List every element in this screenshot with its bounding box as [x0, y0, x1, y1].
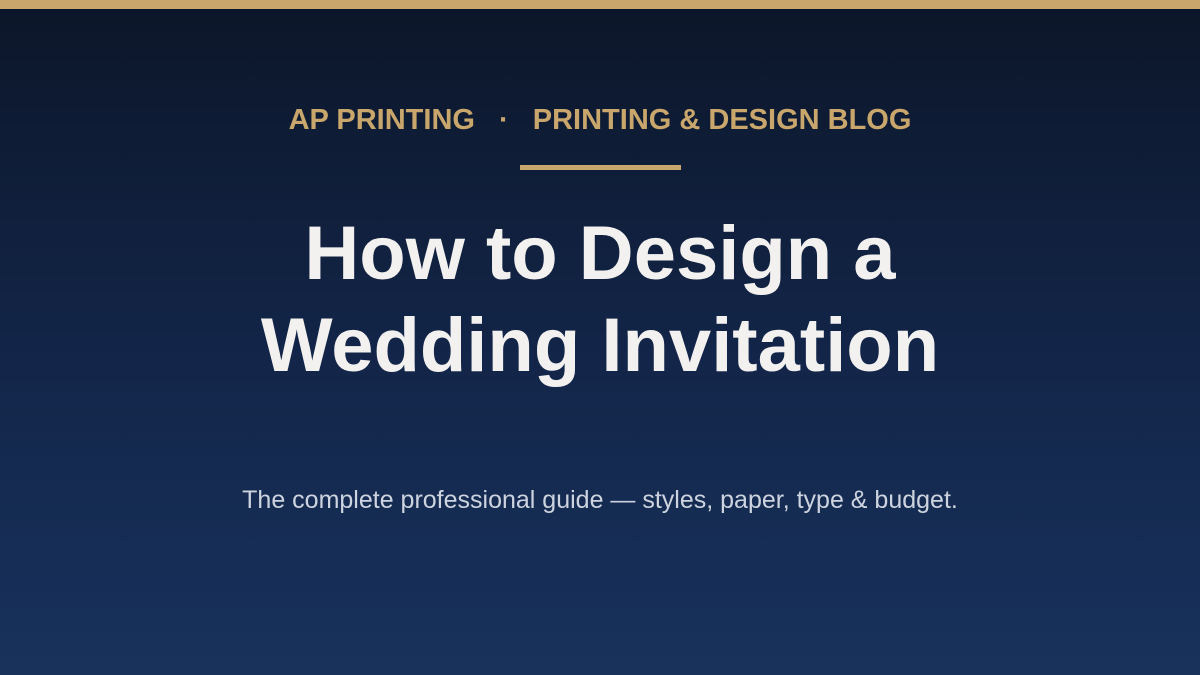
page-subtitle: The complete professional guide — styles…	[242, 486, 958, 514]
kicker-separator: ·	[499, 104, 509, 136]
brand-name: AP PRINTING	[288, 104, 475, 136]
blog-kicker: AP PRINTING · PRINTING & DESIGN BLOG	[0, 101, 1200, 139]
page-title: How to Design a Wedding Invitation	[100, 208, 1100, 392]
top-accent-bar	[0, 0, 1200, 9]
blog-section-name: PRINTING & DESIGN BLOG	[532, 104, 912, 136]
title-line-1: How to Design a	[304, 211, 896, 296]
accent-divider	[520, 165, 681, 170]
title-line-2: Wedding Invitation	[260, 303, 940, 388]
